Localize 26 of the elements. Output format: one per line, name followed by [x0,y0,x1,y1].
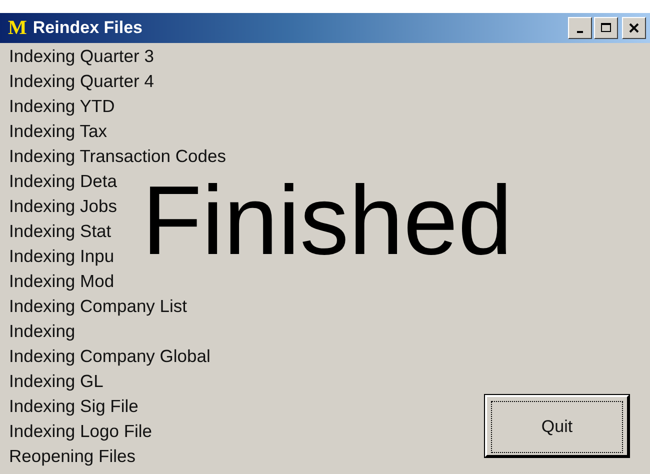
log-line: Indexing Mod [9,270,114,293]
quit-button[interactable]: Quit [485,395,629,457]
close-button[interactable] [622,17,646,39]
minimize-button[interactable] [568,17,592,39]
log-line: Indexing Quarter 3 [9,45,154,68]
window-title: Reindex Files [32,18,142,38]
app-logo-icon: M [8,18,27,38]
log-line: Indexing Company Global [9,345,210,368]
log-line: Indexing Sig File [9,395,138,418]
maximize-icon [600,23,612,33]
close-icon [629,23,639,33]
maximize-button[interactable] [594,17,618,39]
log-line: Indexing [9,320,76,343]
log-line: Indexing Transaction Codes [9,145,226,168]
log-line: Indexing Stat [9,220,112,243]
log-line: Indexing YTD [9,95,115,118]
log-line: Indexing Deta [9,170,117,193]
log-line: Indexing Inpu [9,245,114,268]
log-line: Indexing Company List [9,295,188,318]
log-line: Indexing Tax [9,120,107,143]
log-line: Reopening Files [9,445,136,468]
log-line: Indexing GL [9,370,104,393]
log-line: Indexing Quarter 4 [9,70,154,93]
log-line: Indexing Logo File [9,420,152,443]
log-line: Indexing Jobs [9,195,117,218]
minimize-icon [577,30,583,32]
